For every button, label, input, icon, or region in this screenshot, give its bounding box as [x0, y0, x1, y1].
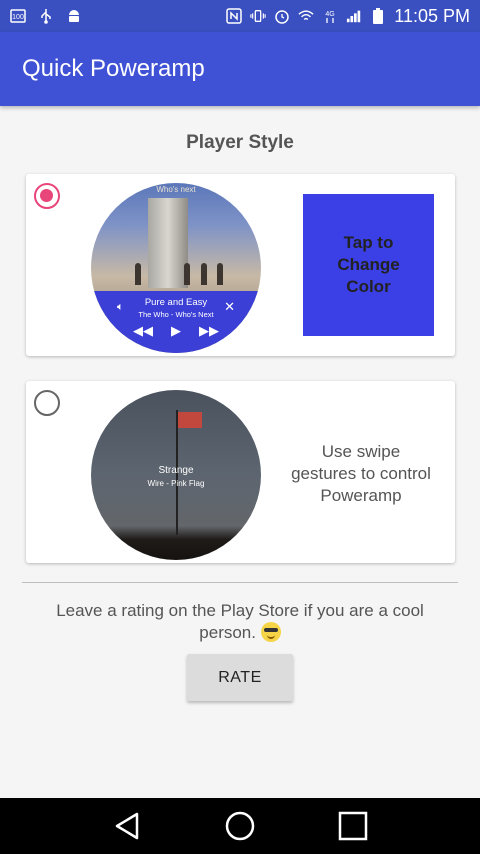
app-title: Quick Poweramp — [22, 55, 205, 82]
cool-emoji-icon — [260, 622, 281, 642]
section-title: Player Style — [186, 132, 294, 153]
navigation-bar — [0, 798, 480, 854]
album-art-preview-2: Strange Wire - Pink Flag — [91, 390, 261, 560]
rate-button[interactable]: RATE — [187, 654, 293, 701]
app-bar: Quick Poweramp — [0, 32, 480, 106]
player-style-card-2[interactable]: Strange Wire - Pink Flag Use swipe gestu… — [26, 381, 455, 563]
flag-shape — [178, 412, 202, 428]
player-style-card-1[interactable]: Who's next 🔈︎ Pure and Easy The Who - Wh… — [26, 174, 455, 356]
swipe-description: Use swipe gestures to control Poweramp — [291, 442, 431, 505]
usb-icon — [38, 8, 54, 24]
playback-controls: ◀◀ ▶ ▶▶ — [91, 323, 261, 339]
recents-icon[interactable] — [333, 806, 373, 846]
rewind-icon[interactable]: ◀◀ — [133, 323, 153, 339]
alarm-icon — [274, 8, 290, 24]
status-bar: 100 4G 11:05 PM — [0, 0, 480, 32]
wifi-icon — [298, 8, 314, 24]
figure-shape — [135, 263, 141, 285]
rating-prompt: Leave a rating on the Play Store if you … — [30, 600, 450, 644]
monolith-shape — [148, 198, 188, 288]
close-icon[interactable]: ✕ — [224, 299, 235, 315]
fast-forward-icon[interactable]: ▶▶ — [199, 323, 219, 339]
clock: 11:05 PM — [394, 5, 470, 26]
change-color-label: Tap to Change Color — [337, 233, 400, 296]
4g-icon: 4G — [322, 8, 338, 24]
style-radio-2[interactable] — [34, 390, 60, 416]
figure-shape — [184, 263, 190, 285]
style-radio-1[interactable] — [34, 183, 60, 209]
rating-text: Leave a rating on the Play Store if you … — [56, 601, 424, 642]
vibrate-icon — [250, 8, 266, 24]
battery-icon — [370, 8, 386, 24]
change-color-button[interactable]: Tap to Change Color — [303, 194, 434, 336]
android-icon — [66, 8, 82, 24]
artist-album: Wire - Pink Flag — [147, 479, 205, 488]
artist-album: The Who - Who's Next — [138, 310, 214, 319]
back-icon[interactable] — [107, 806, 147, 846]
play-icon[interactable]: ▶ — [171, 323, 181, 339]
home-icon[interactable] — [220, 806, 260, 846]
signal-icon — [346, 8, 362, 24]
song-title: Strange — [158, 465, 194, 476]
figure-shape — [217, 263, 223, 285]
player-overlay: 🔈︎ Pure and Easy The Who - Who's Next ✕ … — [91, 291, 261, 353]
notification-100-icon: 100 — [10, 8, 26, 24]
figure-shape — [201, 263, 207, 285]
album-art-preview-1: Who's next 🔈︎ Pure and Easy The Who - Wh… — [91, 183, 261, 353]
album-cover-label: Who's next — [156, 185, 196, 194]
svg-text:100: 100 — [12, 14, 24, 21]
song-title: Pure and Easy — [144, 297, 208, 308]
divider — [22, 582, 458, 583]
svg-text:4G: 4G — [326, 11, 335, 18]
nfc-icon — [226, 8, 243, 24]
